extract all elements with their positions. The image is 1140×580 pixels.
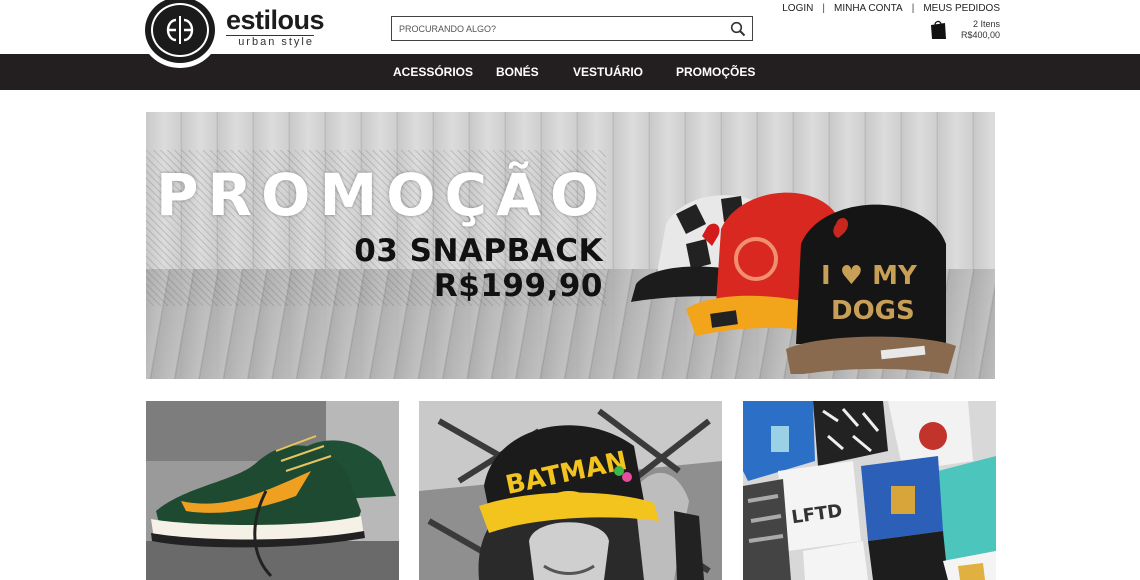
- category-tile-apparel[interactable]: LFTD: [743, 401, 996, 580]
- sneaker-image: [146, 401, 399, 580]
- batman-cap-model-image: BATMAN: [419, 401, 722, 580]
- site-header: estilous urban style LOGIN | MINHA CONTA…: [0, 0, 1140, 68]
- brand-name: estilous: [226, 5, 325, 35]
- promo-title: PROMOÇÃO: [156, 161, 609, 229]
- search-icon: [730, 21, 746, 36]
- promo-banner[interactable]: PROMOÇÃO 03 SNAPBACK R$199,90 I ♥ MY DOG…: [146, 112, 995, 379]
- shopping-bag-icon: [930, 20, 946, 39]
- cap-text-top: I ♥ MY: [821, 261, 918, 291]
- search-input[interactable]: [392, 17, 724, 40]
- cap-text-bottom: DOGS: [831, 296, 915, 326]
- category-tile-caps[interactable]: BATMAN: [419, 401, 722, 580]
- brand-tagline: urban style: [226, 35, 314, 48]
- brand-wordmark[interactable]: estilous urban style: [226, 5, 325, 48]
- login-link[interactable]: LOGIN: [782, 3, 813, 14]
- separator: |: [822, 3, 825, 14]
- promo-offer: 03 SNAPBACK R$199,90: [354, 234, 603, 304]
- logo-monogram-icon: [151, 3, 209, 57]
- snapback-caps-image: I ♥ MY DOGS: [631, 192, 956, 374]
- separator: |: [911, 3, 915, 14]
- cart-total: R$400,00: [960, 30, 1000, 40]
- cart-summary[interactable]: 2 Itens R$400,00: [930, 19, 1000, 41]
- tshirts-collection-image: LFTD: [743, 401, 996, 580]
- cart-text: 2 Itens R$400,00: [961, 19, 1000, 41]
- black-dogs-cap: I ♥ MY DOGS: [786, 204, 956, 374]
- category-tile-shoes[interactable]: [146, 401, 399, 580]
- nav-item-bones[interactable]: BONÉS: [496, 54, 539, 90]
- search-bar: [391, 16, 753, 41]
- account-links: LOGIN | MINHA CONTA | MEUS PEDIDOS: [782, 3, 1000, 14]
- promo-price: R$199,90: [433, 268, 603, 304]
- nav-item-acessorios[interactable]: ACESSÓRIOS: [393, 54, 473, 90]
- promo-product: 03 SNAPBACK: [354, 233, 603, 269]
- logo-badge: [145, 0, 215, 63]
- my-account-link[interactable]: MINHA CONTA: [834, 3, 903, 14]
- cart-item-count: 2 Itens: [972, 19, 1000, 29]
- search-button[interactable]: [724, 17, 752, 40]
- nav-item-promocoes[interactable]: PROMOÇÕES: [676, 54, 755, 90]
- my-orders-link[interactable]: MEUS PEDIDOS: [923, 3, 1000, 14]
- nav-item-vestuario[interactable]: VESTUÁRIO: [573, 54, 643, 90]
